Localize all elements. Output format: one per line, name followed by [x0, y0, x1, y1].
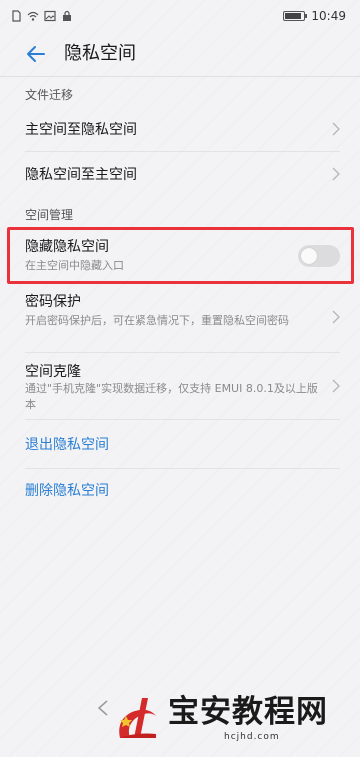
lock-icon — [63, 10, 71, 21]
watermark-logo-icon — [119, 698, 156, 738]
exit-private-space-link[interactable]: 退出隐私空间 — [25, 436, 109, 454]
status-bar: 10:49 — [0, 0, 360, 32]
chevron-right-icon — [332, 122, 340, 136]
section-header-file-migration: 文件迁移 — [25, 88, 74, 102]
arrow-left-icon[interactable] — [24, 42, 48, 66]
highlight-box — [7, 227, 354, 284]
status-icons-right: 10:49 — [283, 7, 346, 25]
list-item-private-to-main[interactable]: 隐私空间至主空间 — [0, 152, 360, 198]
watermark: 宝安教程网 hcjhd.com — [112, 690, 352, 752]
divider — [25, 468, 340, 469]
list-item-label: 密码保护 — [25, 294, 81, 310]
divider — [25, 419, 340, 420]
status-icons-left — [10, 9, 73, 23]
nav-back-icon[interactable] — [96, 699, 110, 717]
page-title: 隐私空间 — [64, 43, 136, 64]
list-item-main-to-private[interactable]: 主空间至隐私空间 — [0, 106, 360, 152]
title-divider — [0, 76, 360, 77]
screen: 10:49 隐私空间 文件迁移 主空间至隐私空间 隐私空间至主空间 空间管理 隐… — [0, 0, 360, 757]
title-bar: 隐私空间 — [0, 32, 360, 76]
chevron-right-icon — [332, 167, 340, 181]
battery-fill — [285, 13, 302, 19]
sim-icon — [12, 10, 21, 22]
list-item-label: 隐私空间至主空间 — [25, 167, 137, 183]
list-item-description: 通过"手机克隆"实现数据迁移，仅支持 EMUI 8.0.1及以上版本 — [25, 382, 318, 411]
wifi-icon — [27, 11, 39, 21]
list-item-description: 开启密码保护后，可在紧急情况下，重置隐私空间密码 — [25, 314, 289, 327]
list-item-password-protection[interactable]: 密码保护 开启密码保护后，可在紧急情况下，重置隐私空间密码 — [0, 286, 360, 336]
list-item-space-clone[interactable]: 空间克隆 通过"手机克隆"实现数据迁移，仅支持 EMUI 8.0.1及以上版本 — [0, 353, 360, 413]
watermark-text: 宝安教程网 — [168, 694, 328, 730]
clock: 10:49 — [311, 9, 346, 23]
battery-icon — [283, 11, 308, 21]
chevron-right-icon — [332, 379, 340, 393]
chevron-right-icon — [332, 310, 340, 324]
list-item-label: 空间克隆 — [25, 364, 81, 380]
list-item-label: 主空间至隐私空间 — [25, 122, 137, 138]
delete-private-space-link[interactable]: 删除隐私空间 — [25, 482, 109, 500]
section-header-space-management: 空间管理 — [25, 208, 74, 222]
watermark-url: hcjhd.com — [224, 732, 280, 742]
image-icon — [44, 10, 56, 22]
